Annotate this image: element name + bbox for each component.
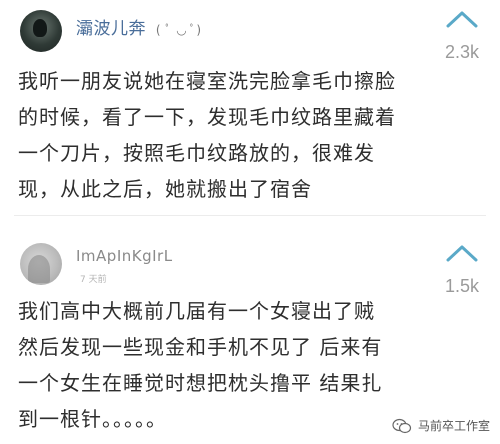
username[interactable]: 灞波儿奔 ( ﾟ ◡ ﾟ): [76, 14, 202, 39]
comment-card: ImApInKgIrL 7 天前 1.5k 我们高中大概前几届有一个女寝出了贼 …: [0, 228, 500, 444]
comment-line: 我听一朋友说她在寝室洗完脸拿毛巾擦脸: [18, 69, 396, 93]
avatar[interactable]: [20, 243, 62, 285]
watermark: 马前卒工作室: [392, 417, 490, 434]
upvote[interactable]: 1.5k: [432, 242, 492, 297]
comment-line: 的时候，看了一下，发现毛巾纹路里藏着: [18, 105, 396, 129]
username-decoration: ( ﾟ ◡ ﾟ): [155, 23, 202, 37]
username[interactable]: ImApInKgIrL: [76, 247, 173, 265]
avatar-figure: [33, 19, 47, 37]
comment-line: 然后发现一些现金和手机不见了 后来有: [18, 335, 383, 359]
upvote[interactable]: 2.3k: [432, 8, 492, 63]
wechat-icon: [392, 418, 412, 433]
comment-line: 现，从此之后，她就搬出了宿舍: [18, 177, 312, 201]
divider: [14, 215, 486, 216]
comment-line: 我们高中大概前几届有一个女寝出了贼: [18, 299, 375, 323]
upvote-arrow-icon[interactable]: [442, 8, 482, 30]
comment-card: 灞波儿奔 ( ﾟ ◡ ﾟ) 2.3k 我听一朋友说她在寝室洗完脸拿毛巾擦脸 的时…: [0, 0, 500, 216]
comment-line: 一个刀片，按照毛巾纹路放的，很难发: [18, 141, 375, 165]
comment-body: 我听一朋友说她在寝室洗完脸拿毛巾擦脸 的时候，看了一下，发现毛巾纹路里藏着 一个…: [18, 63, 448, 207]
vote-count: 2.3k: [444, 42, 480, 62]
avatar[interactable]: [20, 10, 62, 52]
watermark-text: 马前卒工作室: [417, 419, 490, 433]
comment-line: 到一根针。。。。。: [18, 407, 167, 431]
username-text: 灞波儿奔: [76, 19, 146, 39]
upvote-arrow-icon[interactable]: [442, 242, 482, 264]
comment-line: 一个女生在睡觉时想把枕头撸平 结果扎: [18, 371, 383, 395]
comment-timestamp: 7 天前: [80, 275, 107, 285]
avatar-figure: [28, 255, 50, 283]
comment-body: 我们高中大概前几届有一个女寝出了贼 然后发现一些现金和手机不见了 后来有 一个女…: [18, 293, 448, 437]
